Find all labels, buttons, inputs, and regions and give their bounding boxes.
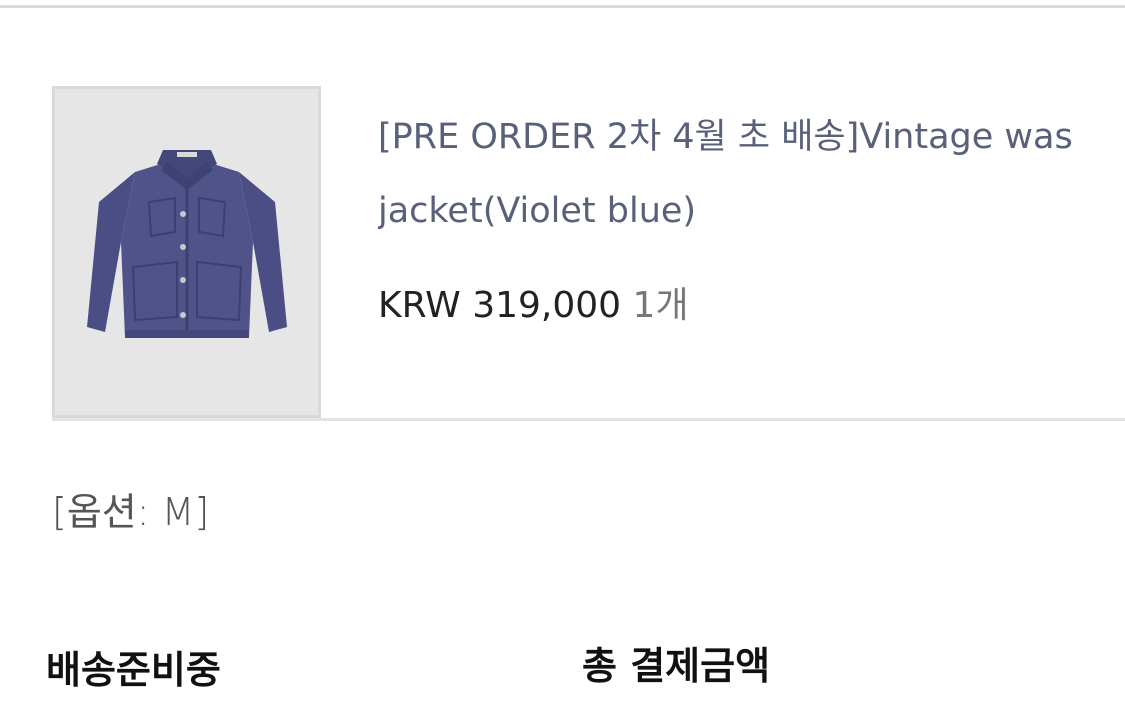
item-divider [52,418,1125,421]
price-currency: KRW [378,285,461,326]
top-divider [0,5,1125,8]
selected-option: [옵션: M] [52,490,210,534]
order-status-label: 배송준비중 [46,648,221,692]
price-amount: 319,000 [472,285,622,326]
product-name-line-2: jacket(Violet blue) [378,191,697,231]
total-payment-label: 총 결제금액 [582,644,771,688]
product-name-line-1: [PRE ORDER 2차 4월 초 배송]Vintage was [378,117,1073,157]
product-thumbnail[interactable] [52,86,321,418]
price-row: KRW 319,000 1개 [378,284,689,328]
product-name[interactable]: [PRE ORDER 2차 4월 초 배송]Vintage was jacket… [378,100,1125,248]
order-item[interactable]: [PRE ORDER 2차 4월 초 배송]Vintage was jacket… [52,86,1125,420]
item-quantity: 1개 [632,285,689,326]
jacket-icon [86,150,287,338]
order-detail-page: [PRE ORDER 2차 4월 초 배송]Vintage was jacket… [0,0,1125,714]
